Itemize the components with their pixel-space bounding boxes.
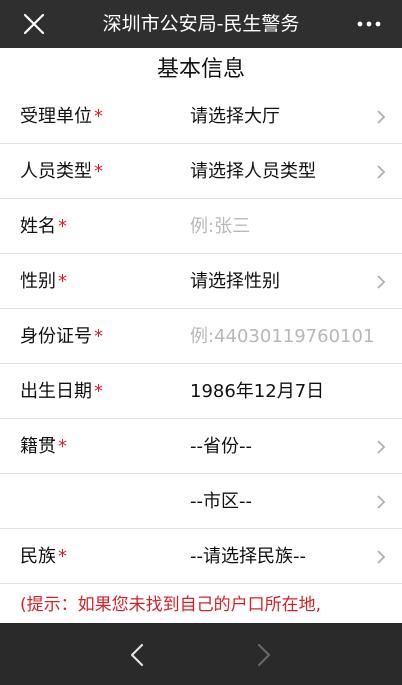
bottom-navigation-bar bbox=[0, 623, 402, 685]
chevron-right-icon bbox=[377, 165, 386, 179]
required-mark: * bbox=[94, 326, 103, 347]
required-mark: * bbox=[58, 216, 67, 237]
form-row-person-type[interactable]: 人员类型 * 请选择人员类型 bbox=[0, 144, 402, 199]
required-mark: * bbox=[94, 161, 103, 182]
acceptance-unit-select[interactable]: 请选择大厅 bbox=[190, 89, 375, 144]
forward-arrow-icon[interactable] bbox=[255, 642, 273, 668]
top-navigation-bar: 深圳市公安局-民生警务 bbox=[0, 0, 402, 48]
province-select[interactable]: --省份-- bbox=[190, 419, 375, 474]
field-label: 姓名 * bbox=[20, 216, 67, 237]
field-label: 性别 * bbox=[20, 271, 67, 292]
back-arrow-icon[interactable] bbox=[128, 642, 146, 668]
form-row-native-place-city[interactable]: --市区-- bbox=[0, 474, 402, 529]
chevron-right-icon bbox=[377, 275, 386, 289]
required-mark: * bbox=[94, 381, 103, 402]
field-label: 受理单位 * bbox=[20, 106, 103, 127]
form-row-name[interactable]: 姓名 * 例:张三 bbox=[0, 199, 402, 254]
required-mark: * bbox=[94, 106, 103, 127]
form-row-id-number[interactable]: 身份证号 * 例:440301197601010 bbox=[0, 309, 402, 364]
field-label: 身份证号 * bbox=[20, 326, 103, 347]
page-title: 深圳市公安局-民生警务 bbox=[102, 13, 300, 35]
name-input[interactable]: 例:张三 bbox=[190, 199, 375, 254]
form-row-acceptance-unit[interactable]: 受理单位 * 请选择大厅 bbox=[0, 89, 402, 144]
field-label: 人员类型 * bbox=[20, 161, 103, 182]
section-title: 基本信息 bbox=[156, 57, 245, 82]
ethnicity-select[interactable]: --请选择民族-- bbox=[190, 529, 375, 584]
close-icon[interactable] bbox=[20, 10, 48, 38]
birth-date-picker[interactable]: 1986年12月7日 bbox=[190, 364, 375, 419]
field-label: 出生日期 * bbox=[20, 381, 103, 402]
chevron-right-icon bbox=[377, 440, 386, 454]
form-row-gender[interactable]: 性别 * 请选择性别 bbox=[0, 254, 402, 309]
city-select[interactable]: --市区-- bbox=[190, 474, 375, 529]
field-label: 民族 * bbox=[20, 546, 67, 567]
required-mark: * bbox=[58, 546, 67, 567]
basic-info-form: 受理单位 * 请选择大厅 人员类型 * 请选择人员类型 姓名 * 例:张三 性别 * 请… bbox=[0, 89, 402, 584]
person-type-select[interactable]: 请选择人员类型 bbox=[190, 144, 375, 199]
required-mark: * bbox=[58, 436, 67, 457]
hint-text: (提示：如果您未找到自己的户口所在地, bbox=[20, 595, 322, 615]
form-row-native-place-province[interactable]: 籍贯 * --省份-- bbox=[0, 419, 402, 474]
form-row-ethnicity[interactable]: 民族 * --请选择民族-- bbox=[0, 529, 402, 584]
chevron-right-icon bbox=[377, 110, 386, 124]
id-number-input[interactable]: 例:440301197601010 bbox=[190, 309, 375, 364]
chevron-right-icon bbox=[377, 495, 386, 509]
required-mark: * bbox=[58, 271, 67, 292]
more-dots-icon[interactable] bbox=[354, 10, 384, 38]
field-label: 籍贯 * bbox=[20, 436, 67, 457]
chevron-right-icon bbox=[377, 550, 386, 564]
form-row-birth-date[interactable]: 出生日期 * 1986年12月7日 bbox=[0, 364, 402, 419]
gender-select[interactable]: 请选择性别 bbox=[190, 254, 375, 309]
